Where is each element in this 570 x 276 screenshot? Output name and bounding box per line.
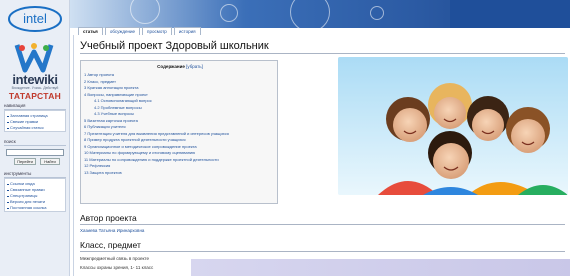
toc-list: 1 Автор проекта 2 Класс, предмет 3 Краткая… xyxy=(84,72,278,176)
search-heading: поиск xyxy=(4,139,66,146)
toolbox-item-permalink[interactable]: Постоянная ссылка xyxy=(5,205,65,211)
page-title: Учебный проект Здоровый школьник xyxy=(80,40,269,52)
page-tabs: статья обсуждение просмотр история xyxy=(78,27,201,35)
toc-title: Содержание xyxy=(157,64,185,69)
w-logo-icon xyxy=(14,40,54,74)
search-input[interactable] xyxy=(6,149,64,156)
go-button[interactable]: Перейти xyxy=(14,158,36,165)
find-button[interactable]: Найти xyxy=(40,158,60,165)
author-name-link[interactable]: Хазиева Татьяна Иринарховна xyxy=(80,228,144,233)
navigation-list: Заглавная страница Свежие правки Случайн… xyxy=(4,110,66,132)
brand-tagline: Вхождение. Учись. Действуй xyxy=(11,86,59,90)
banner-doodle xyxy=(220,4,238,22)
banner-right-panel xyxy=(450,0,570,28)
toc-item[interactable]: 13 Защита проектов xyxy=(84,170,278,177)
intel-logo-text: intel xyxy=(23,11,47,26)
tab-history[interactable]: история xyxy=(173,27,201,35)
banner-doodle xyxy=(130,0,160,24)
tab-article[interactable]: статья xyxy=(78,27,103,35)
intel-logo[interactable]: intel xyxy=(6,4,64,34)
toolbox-list: Ссылки сюда Связанные правки Спецстраниц… xyxy=(4,178,66,212)
purple-content-block xyxy=(191,259,570,276)
section-divider xyxy=(80,224,565,225)
section-class-heading: Класс, предмет xyxy=(80,240,141,250)
table-of-contents: Содержание [убрать] 1 Автор проекта 2 Кла… xyxy=(80,60,278,204)
class-line-2: Классы охраны зрения, 1- 11 класс xyxy=(80,265,154,270)
banner-doodle xyxy=(290,0,330,28)
content-area: Учебный проект Здоровый школьник Содержа… xyxy=(73,35,570,276)
toc-toggle-link[interactable]: [убрать] xyxy=(186,64,203,69)
section-divider xyxy=(80,251,565,252)
nav-item-random-article[interactable]: Случайная статья xyxy=(5,125,65,131)
sidebar: intel intewiki Вхождение. Учись. Действу… xyxy=(0,0,70,276)
navigation-heading: навигация xyxy=(4,103,66,110)
tab-discussion[interactable]: обсуждение xyxy=(104,27,141,35)
tab-view-source[interactable]: просмотр xyxy=(142,27,172,35)
children-photo xyxy=(338,57,568,195)
brand-name: intewiki xyxy=(12,72,58,87)
toolbox-heading: инструменты xyxy=(4,171,66,178)
title-divider xyxy=(80,53,565,54)
banner-doodle xyxy=(370,6,384,20)
toc-header: Содержание [убрать] xyxy=(81,64,279,69)
brand-region: ТАТАРСТАН xyxy=(8,91,62,101)
section-author-heading: Автор проекта xyxy=(80,213,137,223)
class-line-1: Межпредметный связь в проекте xyxy=(80,256,150,261)
header-banner xyxy=(70,0,570,28)
